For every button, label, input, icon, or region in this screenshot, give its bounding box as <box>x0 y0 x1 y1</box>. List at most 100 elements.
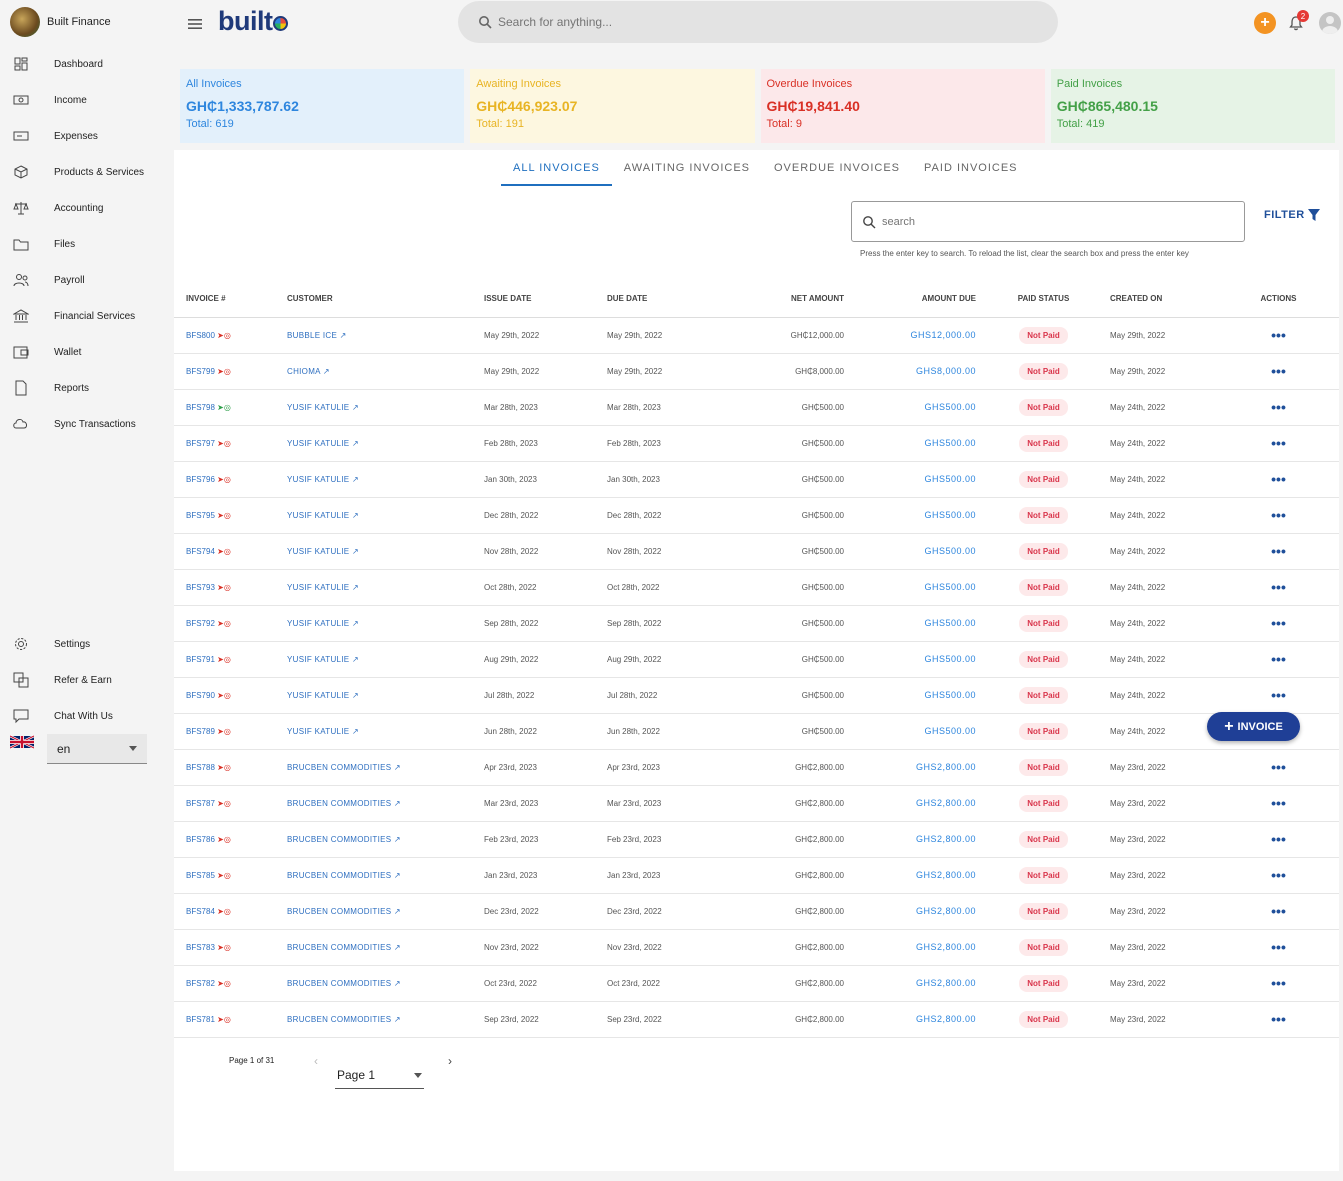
app-logo[interactable]: built <box>218 6 289 37</box>
sidebar-item-wallet[interactable]: Wallet <box>0 334 174 370</box>
customer-link[interactable]: YUSIF KATULIE <box>287 655 349 664</box>
invoice-link[interactable]: BFS787 <box>186 799 215 808</box>
external-link-icon[interactable]: ↗ <box>391 907 401 916</box>
table-row[interactable]: BFS781 ➤◎ BRUCBEN COMMODITIES ↗ Sep 23rd, … <box>174 1001 1339 1038</box>
customer-link[interactable]: BRUCBEN COMMODITIES <box>287 799 391 808</box>
table-row[interactable]: BFS784 ➤◎ BRUCBEN COMMODITIES ↗ Dec 23rd, … <box>174 893 1339 930</box>
customer-link[interactable]: YUSIF KATULIE <box>287 619 349 628</box>
customer-link[interactable]: BRUCBEN COMMODITIES <box>287 907 391 916</box>
table-row[interactable]: BFS796 ➤◎ YUSIF KATULIE ↗ Jan 30th, 2023 Ja… <box>174 461 1339 498</box>
new-invoice-button[interactable]: + INVOICE <box>1207 712 1300 741</box>
header-due-date[interactable]: DUE DATE <box>607 281 727 318</box>
external-link-icon[interactable]: ↗ <box>391 871 401 880</box>
table-row[interactable]: BFS782 ➤◎ BRUCBEN COMMODITIES ↗ Oct 23rd, … <box>174 965 1339 1002</box>
sidebar-item-reports[interactable]: Reports <box>0 370 174 406</box>
header-paid-status[interactable]: PAID STATUS <box>989 281 1098 318</box>
invoice-link[interactable]: BFS785 <box>186 871 215 880</box>
invoice-link[interactable]: BFS794 <box>186 547 215 556</box>
customer-link[interactable]: BRUCBEN COMMODITIES <box>287 871 391 880</box>
more-actions-icon[interactable]: ••• <box>1271 363 1286 379</box>
invoice-link[interactable]: BFS788 <box>186 763 215 772</box>
customer-link[interactable]: BRUCBEN COMMODITIES <box>287 763 391 772</box>
invoice-link[interactable]: BFS792 <box>186 619 215 628</box>
more-actions-icon[interactable]: ••• <box>1271 975 1286 991</box>
external-link-icon[interactable]: ↗ <box>349 655 359 664</box>
more-actions-icon[interactable]: ••• <box>1271 507 1286 523</box>
invoice-link[interactable]: BFS783 <box>186 943 215 952</box>
external-link-icon[interactable]: ↗ <box>391 943 401 952</box>
invoice-link[interactable]: BFS791 <box>186 655 215 664</box>
avatar[interactable] <box>1319 12 1341 34</box>
sidebar-item-refer-earn[interactable]: Refer & Earn <box>0 662 174 698</box>
more-actions-icon[interactable]: ••• <box>1271 399 1286 415</box>
more-actions-icon[interactable]: ••• <box>1271 651 1286 667</box>
table-row[interactable]: BFS791 ➤◎ YUSIF KATULIE ↗ Aug 29th, 2022 Au… <box>174 641 1339 678</box>
more-actions-icon[interactable]: ••• <box>1271 903 1286 919</box>
external-link-icon[interactable]: ↗ <box>349 547 359 556</box>
more-actions-icon[interactable]: ••• <box>1271 471 1286 487</box>
invoice-link[interactable]: BFS782 <box>186 979 215 988</box>
external-link-icon[interactable]: ↗ <box>391 1015 401 1024</box>
tab-paid-invoices[interactable]: PAID INVOICES <box>912 150 1029 186</box>
sidebar-item-expenses[interactable]: Expenses <box>0 118 174 154</box>
invoice-link[interactable]: BFS798 <box>186 403 215 412</box>
external-link-icon[interactable]: ↗ <box>391 799 401 808</box>
card-all-invoices[interactable]: All Invoices GH₵1,333,787.62 Total: 619 <box>180 69 465 143</box>
customer-link[interactable]: YUSIF KATULIE <box>287 403 349 412</box>
customer-link[interactable]: YUSIF KATULIE <box>287 583 349 592</box>
table-row[interactable]: BFS785 ➤◎ BRUCBEN COMMODITIES ↗ Jan 23rd, … <box>174 857 1339 894</box>
customer-link[interactable]: YUSIF KATULIE <box>287 475 349 484</box>
language-select[interactable]: en <box>47 734 147 764</box>
customer-link[interactable]: BUBBLE ICE <box>287 331 337 340</box>
sidebar-item-financial-services[interactable]: Financial Services <box>0 298 174 334</box>
more-actions-icon[interactable]: ••• <box>1271 579 1286 595</box>
more-actions-icon[interactable]: ••• <box>1271 615 1286 631</box>
customer-link[interactable]: YUSIF KATULIE <box>287 439 349 448</box>
customer-link[interactable]: CHIOMA <box>287 367 320 376</box>
page-select[interactable]: Page 1 <box>335 1062 424 1089</box>
header-created-on[interactable]: CREATED ON <box>1098 281 1218 318</box>
table-row[interactable]: BFS799 ➤◎ CHIOMA ↗ May 29th, 2022 May 29th,… <box>174 353 1339 390</box>
external-link-icon[interactable]: ↗ <box>349 727 359 736</box>
card-overdue-invoices[interactable]: Overdue Invoices GH₵19,841.40 Total: 9 <box>760 69 1045 143</box>
more-actions-icon[interactable]: ••• <box>1271 795 1286 811</box>
card-paid-invoices[interactable]: Paid Invoices GH₵865,480.15 Total: 419 <box>1050 69 1335 143</box>
sidebar-item-settings[interactable]: Settings <box>0 626 174 662</box>
more-actions-icon[interactable]: ••• <box>1271 687 1286 703</box>
header-amount-due[interactable]: AMOUNT DUE <box>857 281 989 318</box>
add-button[interactable]: + <box>1254 12 1276 34</box>
more-actions-icon[interactable]: ••• <box>1271 435 1286 451</box>
customer-link[interactable]: BRUCBEN COMMODITIES <box>287 979 391 988</box>
global-search-input[interactable] <box>498 15 998 29</box>
tab-all-invoices[interactable]: ALL INVOICES <box>501 150 612 186</box>
invoice-link[interactable]: BFS786 <box>186 835 215 844</box>
invoice-link[interactable]: BFS781 <box>186 1015 215 1024</box>
sidebar-item-files[interactable]: Files <box>0 226 174 262</box>
invoice-search-input[interactable] <box>882 215 1222 228</box>
table-row[interactable]: BFS790 ➤◎ YUSIF KATULIE ↗ Jul 28th, 2022 Ju… <box>174 677 1339 714</box>
customer-link[interactable]: BRUCBEN COMMODITIES <box>287 1015 391 1024</box>
sidebar-item-income[interactable]: Income <box>0 82 174 118</box>
sidebar-item-products-services[interactable]: Products & Services <box>0 154 174 190</box>
more-actions-icon[interactable]: ••• <box>1271 543 1286 559</box>
sidebar-item-chat-with-us[interactable]: Chat With Us <box>0 698 174 734</box>
invoice-link[interactable]: BFS800 <box>186 331 215 340</box>
external-link-icon[interactable]: ↗ <box>391 763 401 772</box>
more-actions-icon[interactable]: ••• <box>1271 327 1286 343</box>
tab-awaiting-invoices[interactable]: AWAITING INVOICES <box>612 150 762 186</box>
more-actions-icon[interactable]: ••• <box>1271 939 1286 955</box>
table-row[interactable]: BFS789 ➤◎ YUSIF KATULIE ↗ Jun 28th, 2022 Ju… <box>174 713 1339 750</box>
table-row[interactable]: BFS792 ➤◎ YUSIF KATULIE ↗ Sep 28th, 2022 Se… <box>174 605 1339 642</box>
sidebar-item-accounting[interactable]: Accounting <box>0 190 174 226</box>
invoice-link[interactable]: BFS796 <box>186 475 215 484</box>
invoice-link[interactable]: BFS793 <box>186 583 215 592</box>
header-customer[interactable]: CUSTOMER <box>287 281 484 318</box>
invoice-link[interactable]: BFS797 <box>186 439 215 448</box>
external-link-icon[interactable]: ↗ <box>349 475 359 484</box>
invoice-link[interactable]: BFS784 <box>186 907 215 916</box>
table-row[interactable]: BFS787 ➤◎ BRUCBEN COMMODITIES ↗ Mar 23rd, … <box>174 785 1339 822</box>
filter-button[interactable]: FILTER <box>1264 208 1320 222</box>
customer-link[interactable]: YUSIF KATULIE <box>287 511 349 520</box>
external-link-icon[interactable]: ↗ <box>349 511 359 520</box>
external-link-icon[interactable]: ↗ <box>320 367 330 376</box>
